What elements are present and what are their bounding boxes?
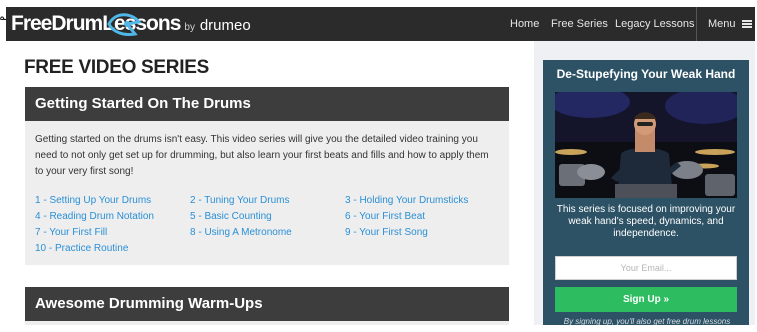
lesson-link[interactable]: 10 - Practice Routine — [35, 241, 190, 257]
series-description: Getting started on the drums isn't easy.… — [35, 134, 489, 177]
menu-label: Menu — [708, 18, 736, 30]
lesson-links: 1 - Setting Up Your Drums 2 - Tuning You… — [35, 193, 499, 257]
video-thumbnail[interactable] — [555, 92, 737, 198]
nav-legacy-lessons[interactable]: Legacy Lessons — [615, 7, 695, 41]
lesson-link[interactable]: 8 - Using A Metronome — [190, 225, 345, 241]
menu-button[interactable]: Menu — [708, 7, 752, 41]
nav-home[interactable]: Home — [510, 7, 539, 41]
drumstick-cursor-icon — [107, 13, 142, 36]
lesson-link[interactable]: 9 - Your First Song — [345, 225, 505, 241]
series-title[interactable]: Getting Started On The Drums — [25, 87, 509, 121]
promo-description: This series is focused on improving your… — [556, 204, 736, 239]
main-content: FREE VIDEO SERIES Getting Started On The… — [6, 41, 534, 325]
lesson-link[interactable]: 6 - Your First Beat — [345, 209, 505, 225]
lesson-link[interactable]: 1 - Setting Up Your Drums — [35, 193, 190, 209]
series-title[interactable]: Awesome Drumming Warm-Ups — [25, 287, 509, 321]
logo-brand: drumeo — [199, 17, 251, 34]
lesson-link[interactable]: 4 - Reading Drum Notation — [35, 209, 190, 225]
signup-button[interactable]: Sign Up » — [555, 287, 737, 312]
hamburger-icon — [741, 20, 752, 28]
nav-divider — [696, 7, 697, 41]
sidebar-promo: De-Stupefying Your Weak Hand This series… — [543, 60, 749, 325]
promo-title: De-Stupefying Your Weak Hand — [556, 67, 736, 81]
page-title: FREE VIDEO SERIES — [24, 57, 209, 78]
lesson-link[interactable]: 2 - Tuning Your Drums — [190, 193, 345, 209]
email-input[interactable] — [555, 256, 737, 280]
browser-viewport: FreeDrumLessons by drumeo Home Free Serie… — [6, 7, 755, 325]
series-card: Getting Started On The Drums Getting sta… — [25, 87, 509, 265]
lesson-link[interactable]: 5 - Basic Counting — [190, 209, 345, 225]
series-card: Awesome Drumming Warm-Ups — [25, 287, 509, 325]
lesson-link[interactable]: 7 - Your First Fill — [35, 225, 190, 241]
nav-free-series[interactable]: Free Series — [551, 7, 608, 41]
signup-fine-print: By signing up, you'll also get free drum… — [563, 317, 731, 325]
lesson-link[interactable]: 3 - Holding Your Drumsticks — [345, 193, 505, 209]
logo-by: by — [184, 22, 195, 33]
series-body: Getting started on the drums isn't easy.… — [25, 121, 509, 265]
logo-text: FreeDrumLessons — [11, 12, 181, 35]
top-nav-bar: FreeDrumLessons by drumeo Home Free Serie… — [6, 7, 755, 41]
